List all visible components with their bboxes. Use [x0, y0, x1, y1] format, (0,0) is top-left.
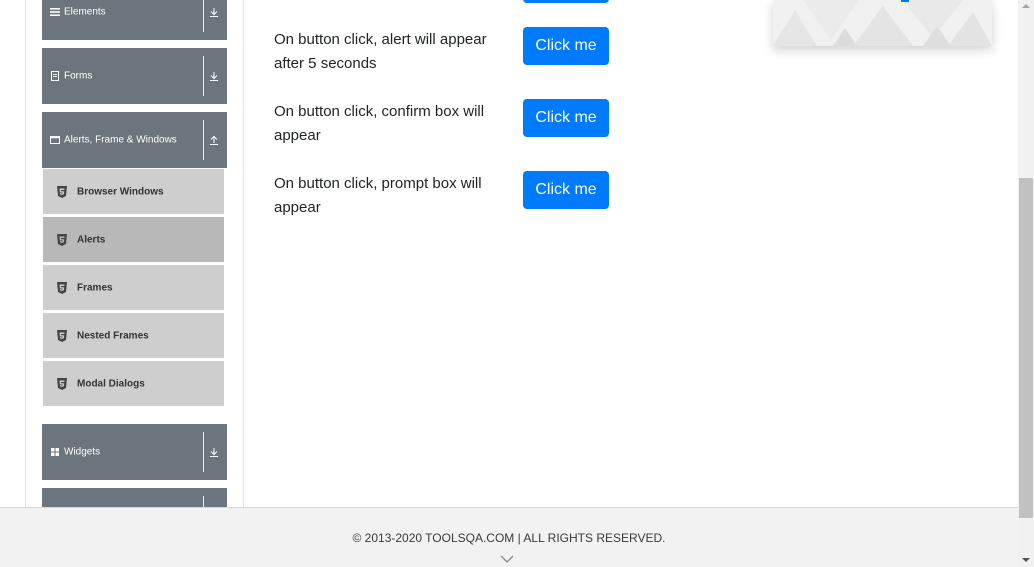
divider [203, 56, 204, 96]
html5-icon [57, 329, 67, 342]
download-arrow-icon [210, 448, 218, 457]
group-header-next[interactable] [42, 488, 227, 507]
copyright-text: © 2013-2020 TOOLSQA.COM | ALL RIGHTS RES… [352, 531, 666, 545]
click-me-button-partial[interactable] [523, 0, 609, 3]
group-header-widgets[interactable]: Widgets [42, 424, 227, 480]
scroll-down-arrow-icon[interactable] [1021, 556, 1031, 564]
html5-icon [57, 185, 67, 198]
html5-icon [57, 377, 67, 390]
ad-banner[interactable] [773, 0, 992, 46]
group-title: Elements [64, 6, 106, 18]
group-title: Widgets [64, 446, 101, 458]
left-panel-border [25, 0, 26, 507]
row-description: On button click, confirm box will appear [274, 103, 485, 144]
triangle-pattern-image [773, 0, 992, 46]
row-description: On button click, alert will appear after… [274, 31, 487, 72]
html5-icon [57, 281, 67, 294]
window-icon [50, 136, 60, 144]
download-arrow-icon [210, 72, 218, 81]
scroll-up-arrow-icon[interactable] [1021, 2, 1031, 10]
vertical-scrollbar[interactable] [1018, 0, 1034, 567]
row-description: On button click, prompt box will appear [274, 175, 482, 216]
divider [203, 432, 204, 472]
left-panel-border-right [243, 0, 244, 507]
menu-item-label: Alerts [77, 234, 106, 245]
menu-lines-icon [50, 8, 60, 16]
confirm-button[interactable]: Click me [523, 99, 609, 137]
document-icon [51, 71, 59, 81]
divider [203, 0, 204, 32]
menu-item-label: Frames [77, 282, 113, 293]
html5-icon [57, 233, 67, 246]
prompt-button[interactable]: Click me [523, 171, 609, 209]
download-arrow-icon [210, 8, 218, 17]
divider [203, 496, 204, 507]
group-header-alerts-frame-windows[interactable]: Alerts, Frame & Windows [42, 112, 227, 168]
scrollbar-thumb[interactable] [1019, 178, 1033, 518]
menu-item-modal-dialogs[interactable]: Modal Dialogs [43, 361, 224, 406]
menu-item-alerts[interactable]: Alerts [43, 217, 224, 262]
timer-alert-button[interactable]: Click me [523, 27, 609, 65]
menu-item-label: Browser Windows [77, 186, 164, 197]
grid-icon [51, 448, 59, 456]
page: Elements Forms Alerts, Frame & Windows B… [0, 0, 1018, 567]
menu-item-label: Modal Dialogs [77, 378, 145, 389]
chevron-down-icon[interactable] [500, 555, 514, 564]
group-header-forms[interactable]: Forms [42, 48, 227, 104]
menu-item-label: Nested Frames [77, 330, 149, 341]
group-header-elements[interactable]: Elements [42, 0, 227, 40]
group-title: Alerts, Frame & Windows [64, 134, 177, 146]
upload-arrow-icon [210, 135, 218, 145]
divider [203, 120, 204, 160]
menu-item-nested-frames[interactable]: Nested Frames [43, 313, 224, 358]
menu-item-browser-windows[interactable]: Browser Windows [43, 169, 224, 214]
menu-item-frames[interactable]: Frames [43, 265, 224, 310]
footer: © 2013-2020 TOOLSQA.COM | ALL RIGHTS RES… [0, 507, 1018, 567]
group-title: Forms [64, 70, 93, 82]
